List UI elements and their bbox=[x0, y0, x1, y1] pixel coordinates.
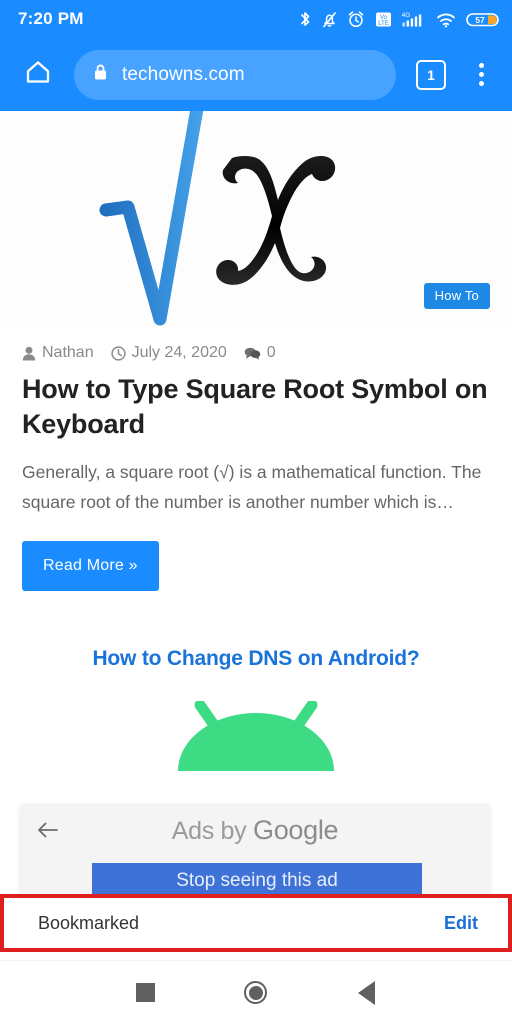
article-excerpt: Generally, a square root (√) is a mathem… bbox=[22, 462, 482, 513]
recents-button[interactable] bbox=[122, 970, 168, 1016]
battery-percent-label: 57 bbox=[475, 15, 485, 25]
overflow-menu-icon bbox=[478, 63, 484, 68]
battery-icon: 57 bbox=[466, 10, 500, 29]
browser-toolbar: techowns.com 1 bbox=[0, 38, 512, 111]
google-ad-overlay[interactable]: Ads by Google Stop seeing this ad bbox=[20, 806, 490, 899]
bookmark-confirmation-bar: Bookmarked Edit bbox=[0, 894, 512, 952]
article-author: Nathan bbox=[22, 344, 94, 362]
signal-4g-icon: 4G bbox=[402, 10, 427, 29]
overflow-menu-button[interactable] bbox=[464, 53, 498, 97]
overflow-menu-icon-dot2 bbox=[478, 72, 484, 77]
back-button[interactable] bbox=[344, 970, 390, 1016]
volte-icon: Vo LTE bbox=[374, 10, 393, 29]
home-icon bbox=[23, 57, 53, 92]
person-icon bbox=[22, 346, 36, 361]
bookmarked-label: Bookmarked bbox=[38, 912, 140, 933]
tab-switcher-button[interactable]: 1 bbox=[416, 59, 446, 90]
edit-bookmark-button[interactable]: Edit bbox=[444, 913, 478, 934]
home-button-nav[interactable] bbox=[233, 970, 279, 1016]
article-date: July 24, 2020 bbox=[110, 344, 227, 362]
android-navigation-bar bbox=[0, 960, 512, 1024]
status-bar-icons: Vo LTE 4G 57 bbox=[298, 10, 500, 29]
clock-icon bbox=[110, 345, 126, 361]
home-button[interactable] bbox=[16, 53, 60, 97]
status-bar-clock: 7:20 PM bbox=[18, 9, 84, 28]
article-title[interactable]: How to Type Square Root Symbol on Keyboa… bbox=[0, 362, 512, 441]
wifi-icon bbox=[436, 10, 457, 29]
overflow-menu-icon-dot3 bbox=[478, 81, 484, 86]
article-date-text: July 24, 2020 bbox=[131, 344, 227, 361]
next-article-image[interactable] bbox=[0, 671, 512, 771]
url-text: techowns.com bbox=[122, 63, 245, 85]
recents-square-icon bbox=[135, 983, 155, 1002]
next-article-title[interactable]: How to Change DNS on Android? bbox=[0, 591, 512, 671]
phone-screen: 7:20 PM Vo LTE 4G 57 techowns.com 1 How … bbox=[0, 0, 512, 1024]
bell-muted-icon bbox=[321, 10, 338, 29]
alarm-clock-icon bbox=[347, 10, 365, 29]
article-hero-image[interactable]: How To bbox=[0, 111, 512, 326]
read-more-button[interactable]: Read More » bbox=[22, 540, 159, 591]
article-comments: 0 bbox=[244, 344, 276, 362]
volte-label-bottom: LTE bbox=[378, 21, 389, 27]
svg-text:4G: 4G bbox=[402, 12, 410, 19]
ads-by-google-label: Ads by Google bbox=[20, 815, 490, 846]
ads-by-text: Ads by bbox=[171, 817, 253, 845]
web-page-content[interactable]: How To Nathan July 24, 2020 0 How to Typ… bbox=[0, 111, 512, 964]
tab-count-label: 1 bbox=[427, 66, 435, 83]
bluetooth-icon bbox=[298, 10, 312, 29]
article-comment-count: 0 bbox=[266, 344, 276, 361]
comment-icon bbox=[244, 346, 261, 361]
home-circle-icon bbox=[244, 981, 268, 1004]
status-bar: 7:20 PM Vo LTE 4G 57 bbox=[0, 0, 512, 38]
article-author-name: Nathan bbox=[42, 344, 94, 361]
google-wordmark: Google bbox=[253, 815, 339, 845]
category-badge[interactable]: How To bbox=[423, 283, 490, 309]
url-bar[interactable]: techowns.com bbox=[74, 49, 396, 100]
lock-icon bbox=[92, 62, 109, 87]
article-meta: Nathan July 24, 2020 0 bbox=[0, 326, 512, 362]
android-robot-graphic bbox=[178, 700, 334, 771]
back-triangle-icon bbox=[358, 980, 376, 1005]
